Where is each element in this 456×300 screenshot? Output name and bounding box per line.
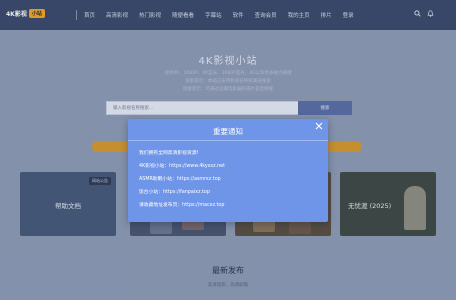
close-icon[interactable] (314, 121, 324, 131)
modal-divider (128, 140, 328, 141)
modal-link[interactable]: 饭台小站：https://fanpaixz.top (139, 188, 210, 195)
modal-title: 重要通知 (213, 127, 243, 136)
modal-link[interactable]: ASMR助眠小站：https://asmrxz.top (139, 175, 221, 182)
notice-modal: 重要通知 我们拥有全网高清影视资源! 4K影视小站：https://www.4k… (128, 119, 328, 222)
modal-line: 我们拥有全网高清影视资源! (139, 151, 199, 156)
modal-link[interactable]: 4K影视小站：https://www.4kysxz.net (139, 162, 225, 169)
modal-link[interactable]: 请收藏地址发布页：https://macxz.top (139, 201, 224, 208)
